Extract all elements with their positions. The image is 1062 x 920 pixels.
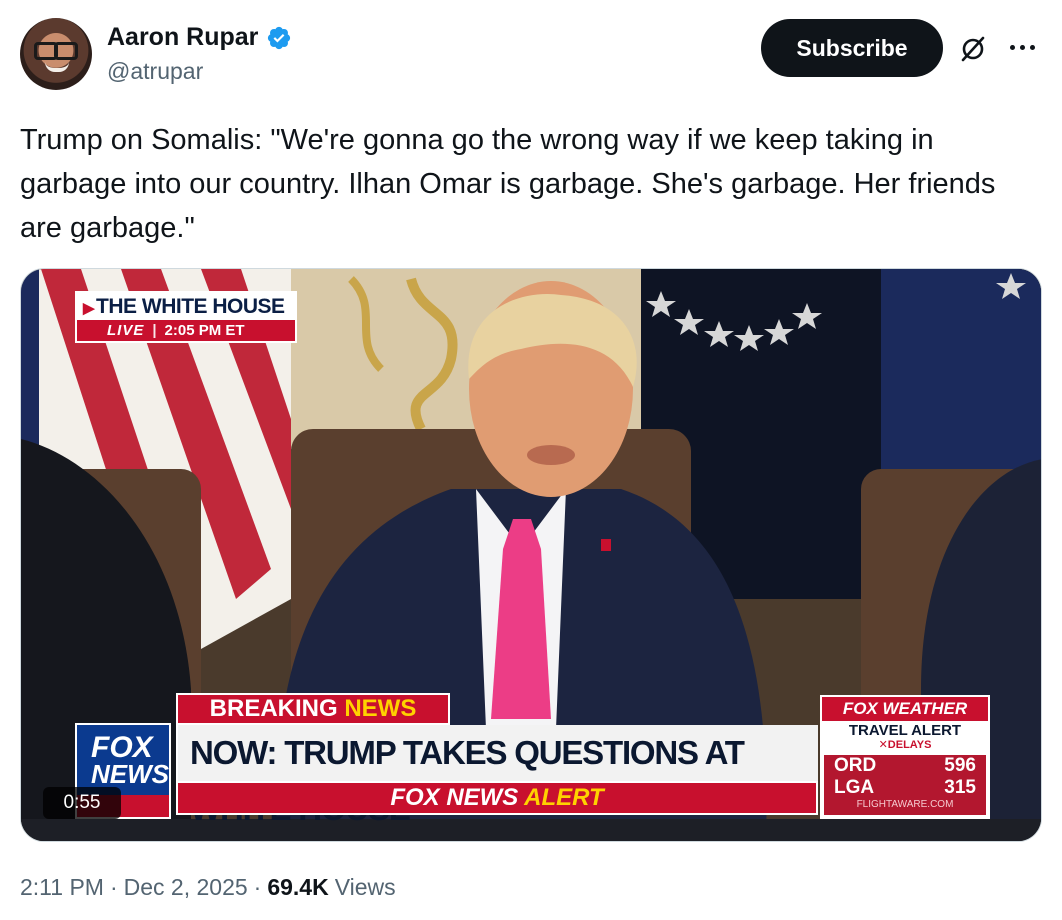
play-triangle-icon: ▶	[83, 300, 95, 317]
chyron-headline: NOW: TRUMP TAKES QUESTIONS AT WHITE HOUS…	[176, 725, 818, 827]
alert-word: ALERT	[524, 784, 604, 811]
weather-box: FOX WEATHER TRAVEL ALERT ✕DELAYS ORD 596…	[820, 695, 990, 819]
breaking-news-tag: BREAKING NEWS	[176, 693, 450, 725]
author-handle[interactable]: @atrupar	[107, 58, 203, 85]
weather-brand: FOX WEATHER	[822, 697, 988, 721]
post-date[interactable]: Dec 2, 2025	[124, 874, 248, 901]
live-time: 2:05 PM ET	[164, 322, 245, 339]
location-title: THE WHITE HOUSE	[96, 295, 285, 318]
meta-dot: ·	[109, 874, 118, 900]
avatar[interactable]	[20, 18, 92, 90]
tweet-meta: 2:11 PM · Dec 2, 2025 · 69.4K Views	[20, 874, 396, 901]
views-label: Views	[334, 874, 396, 900]
post-time[interactable]: 2:11 PM	[20, 874, 104, 901]
location-bug: ▶THE WHITE HOUSE LIVE | 2:05 PM ET	[75, 291, 297, 343]
weather-source: FLIGHTAWARE.COM	[856, 799, 954, 810]
live-label: LIVE	[107, 322, 145, 339]
tweet-text: Trump on Somalis: "We're gonna go the wr…	[20, 124, 996, 244]
tweet-header: Aaron Rupar @atrupar Subscribe	[20, 18, 1042, 94]
verified-badge-icon	[268, 26, 291, 49]
author-name[interactable]: Aaron Rupar	[107, 23, 258, 52]
alert-bar: FOX NEWS ALERT	[176, 781, 818, 815]
meta-dot: ·	[253, 874, 262, 900]
weather-row: LGA 315	[824, 777, 986, 799]
weather-subtitle: DELAYS	[887, 739, 932, 751]
network-logo-line2: NEWS	[91, 759, 169, 789]
video-player[interactable]: ▶THE WHITE HOUSE LIVE | 2:05 PM ET FOX N…	[20, 268, 1042, 842]
views-count: 69.4K	[267, 874, 329, 900]
grok-icon[interactable]	[958, 34, 988, 64]
weather-airport: LGA	[834, 777, 875, 798]
bug-separator: |	[152, 322, 157, 339]
author-name-row[interactable]: Aaron Rupar	[107, 23, 292, 52]
weather-value: 315	[944, 777, 976, 798]
news-label: NEWS	[344, 695, 417, 722]
alert-network: FOX NEWS	[390, 784, 519, 811]
weather-title: TRAVEL ALERT	[848, 722, 962, 739]
weather-value: 596	[944, 755, 976, 776]
subscribe-button[interactable]: Subscribe	[761, 19, 943, 77]
weather-airport: ORD	[834, 755, 877, 776]
weather-row: ORD 596	[824, 755, 986, 777]
more-options-icon[interactable]	[1010, 40, 1040, 54]
breaking-label: BREAKING	[209, 695, 338, 722]
delay-x-icon: ✕	[878, 739, 888, 751]
video-duration: 0:55	[43, 787, 121, 819]
